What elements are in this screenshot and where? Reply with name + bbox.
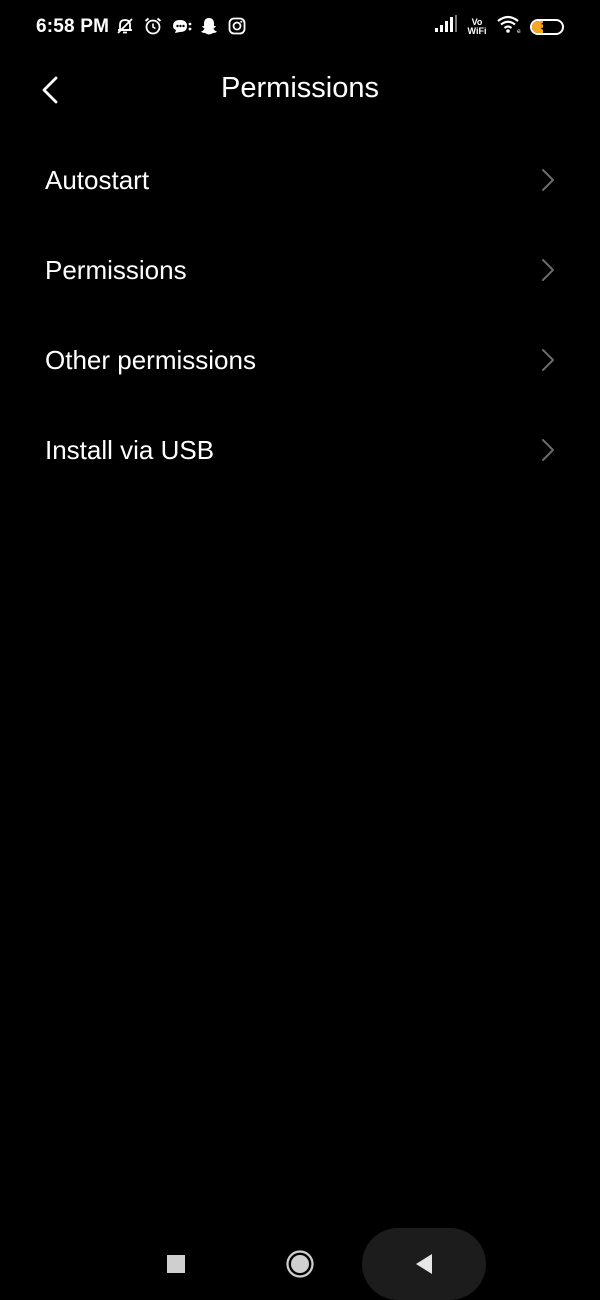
list-item-label: Autostart (45, 164, 150, 195)
nav-back-button[interactable] (362, 1228, 486, 1300)
wifi-icon: e (496, 14, 522, 39)
vowifi-bottom-label: WiFi (467, 25, 487, 36)
permissions-list: Autostart Permissions Other permissions … (0, 135, 600, 495)
system-status-icons: Vo WiFi e 37 (434, 14, 564, 39)
notification-icons (114, 14, 248, 38)
battery-level: 37 (540, 20, 554, 33)
chevron-right-icon (540, 436, 556, 464)
snapchat-icon (198, 14, 220, 38)
recents-button[interactable] (140, 1228, 212, 1300)
list-item-install-via-usb[interactable]: Install via USB (0, 405, 600, 495)
navigation-bar (0, 1228, 600, 1300)
svg-text:e: e (517, 28, 521, 34)
header: Permissions (0, 60, 600, 124)
list-item-permissions[interactable]: Permissions (0, 225, 600, 315)
alarm-icon (142, 14, 164, 38)
back-triangle-icon (416, 1254, 432, 1274)
chevron-right-icon (540, 166, 556, 194)
list-item-label: Other permissions (45, 344, 256, 375)
bell-off-icon (114, 14, 136, 38)
list-item-label: Permissions (45, 254, 187, 285)
list-item-autostart[interactable]: Autostart (0, 135, 600, 225)
status-bar: 6:58 PM Vo WiFi e 37 (0, 0, 600, 56)
status-time: 6:58 PM (36, 16, 110, 37)
recents-square-icon (167, 1255, 185, 1273)
instagram-icon (226, 14, 248, 38)
home-button[interactable] (264, 1228, 336, 1300)
battery-icon: 37 (530, 18, 564, 35)
chat-bubble-icon (170, 14, 192, 38)
home-circle-icon (286, 1250, 314, 1278)
signal-icon (434, 15, 458, 38)
chevron-right-icon (540, 346, 556, 374)
list-item-other-permissions[interactable]: Other permissions (0, 315, 600, 405)
list-item-label: Install via USB (45, 434, 215, 465)
page-title: Permissions (221, 72, 379, 104)
chevron-right-icon (540, 256, 556, 284)
vowifi-icon: Vo WiFi (466, 17, 488, 36)
